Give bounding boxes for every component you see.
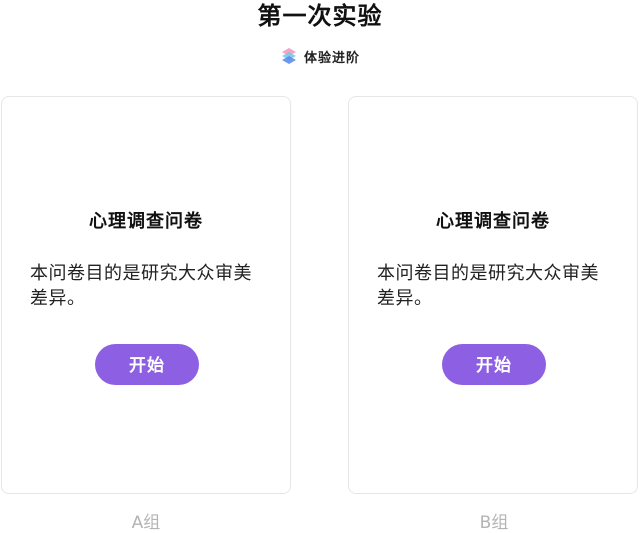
start-button-a[interactable]: 开始 bbox=[95, 344, 199, 385]
group-label-a: A组 bbox=[131, 513, 161, 533]
card-description: 本问卷目的是研究大众审美差异。 bbox=[377, 263, 599, 309]
survey-card-a: 心理调查问卷 本问卷目的是研究大众审美差异。 开始 bbox=[1, 96, 291, 494]
start-button-b[interactable]: 开始 bbox=[442, 344, 546, 385]
group-label-b: B组 bbox=[479, 513, 509, 533]
page-title: 第一次实验 bbox=[257, 2, 383, 30]
card-description: 本问卷目的是研究大众审美差异。 bbox=[30, 263, 252, 309]
survey-card-b: 心理调查问卷 本问卷目的是研究大众审美差异。 开始 bbox=[348, 96, 638, 494]
brand: 体验进阶 bbox=[0, 44, 640, 68]
card-heading: 心理调查问卷 bbox=[89, 211, 203, 232]
page: 第一次实验 体验进阶 心理调查问卷 本问卷目的是研究大众审美差异。 开始 A组 … bbox=[0, 0, 640, 533]
brand-name: 体验进阶 bbox=[303, 50, 360, 66]
stacked-layers-logo-icon bbox=[280, 47, 298, 65]
card-heading: 心理调查问卷 bbox=[436, 211, 550, 232]
